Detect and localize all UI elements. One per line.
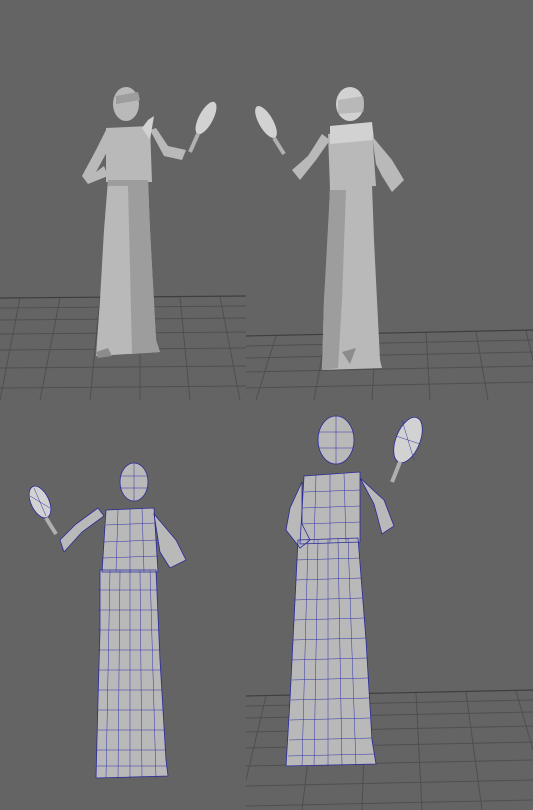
viewport-bottom-right-canvas[interactable] (246, 400, 533, 810)
viewport-top-left[interactable] (0, 0, 246, 400)
viewport-top-right-canvas[interactable] (246, 0, 533, 400)
ground-grid (246, 329, 533, 400)
figure-model-icon[interactable] (285, 415, 395, 767)
viewport-bottom-right[interactable] (246, 400, 533, 810)
viewport-top-right[interactable] (246, 0, 533, 400)
hand-mirror-icon[interactable] (188, 99, 221, 153)
hand-mirror-icon[interactable] (251, 103, 286, 156)
hand-mirror-icon[interactable] (388, 413, 428, 483)
figure-model-icon[interactable] (59, 462, 187, 779)
viewport-top-left-canvas[interactable] (0, 0, 246, 400)
hand-mirror-icon[interactable] (25, 483, 58, 536)
figure-model-icon[interactable] (82, 87, 186, 358)
viewport-bottom-left[interactable] (0, 400, 246, 810)
figure-model-icon[interactable] (292, 87, 404, 370)
viewport-layout (0, 0, 533, 810)
viewport-bottom-left-canvas[interactable] (0, 400, 246, 810)
